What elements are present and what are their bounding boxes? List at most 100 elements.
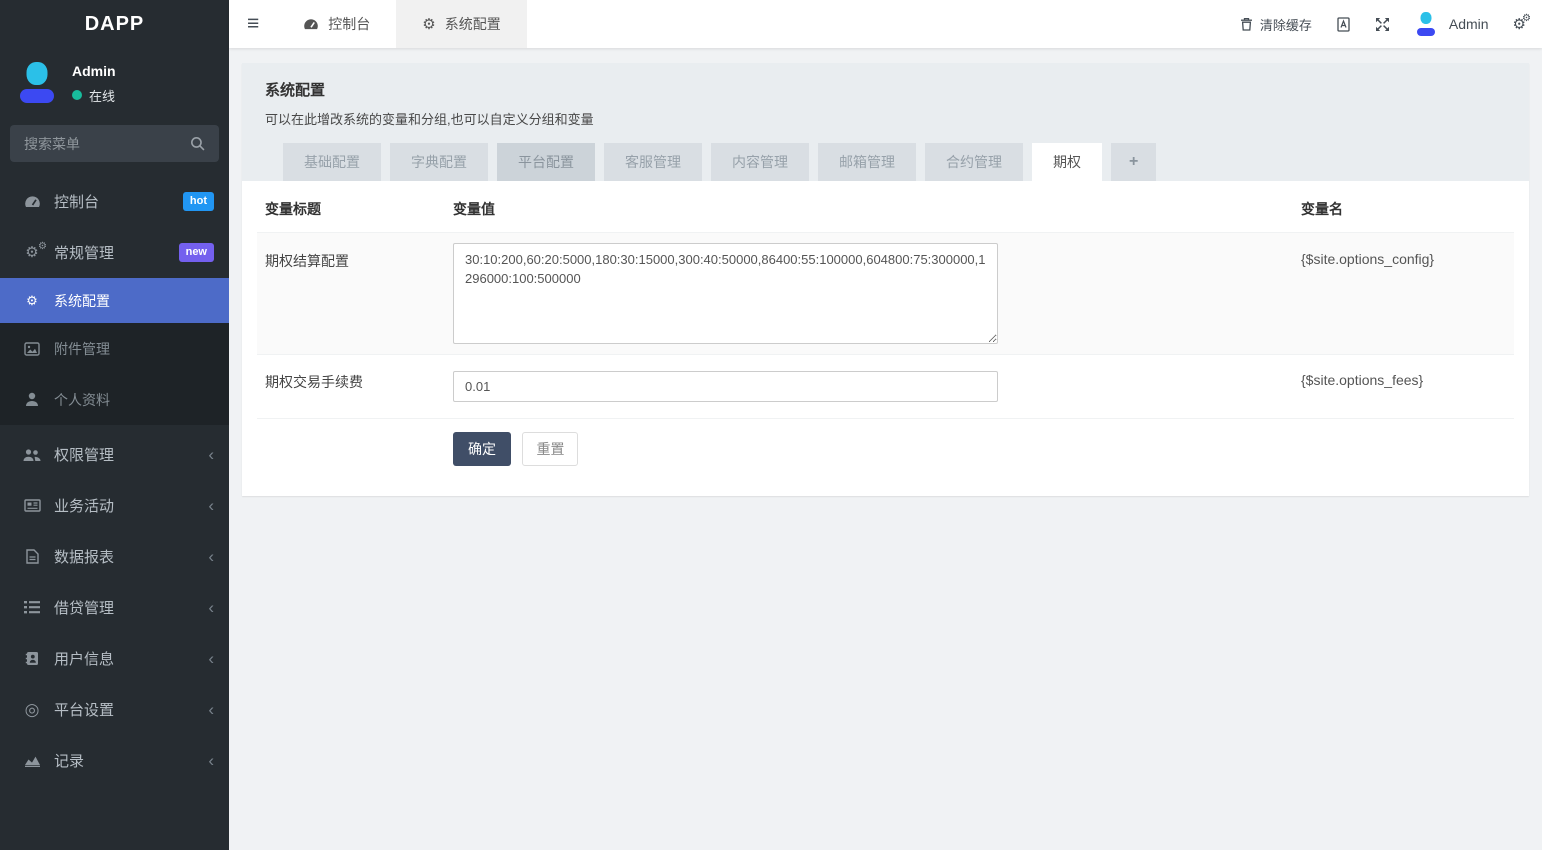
menu-toggle-icon[interactable]: ≡ [229,12,277,36]
settings-button[interactable]: ⚙⚙ [1513,17,1526,32]
options-config-textarea[interactable]: 30:10:200,60:20:5000,180:30:15000,300:40… [453,243,998,344]
sidebar-item-platform[interactable]: ◎ 平台设置 ‹ [0,684,229,735]
fullscreen-button[interactable] [1375,17,1390,32]
fullscreen-icon [1375,17,1390,32]
sidebar-menu: 控制台 hot ⚙⚙ 常规管理 new ⚙ 系统配置 附件管理 [0,176,229,850]
app-logo: DAPP [0,0,229,48]
chevron-left-icon: ‹ [208,701,214,718]
tachometer-icon [22,194,42,209]
tab-email[interactable]: 邮箱管理 [818,143,916,181]
sidebar-item-label: 借贷管理 [54,597,114,618]
menu-search [10,125,219,162]
sidebar-submenu: ⚙ 系统配置 附件管理 个人资料 [0,278,229,425]
chevron-left-icon: ‹ [208,599,214,616]
variable-title: 期权交易手续费 [257,354,445,418]
content-area: 系统配置 可以在此增改系统的变量和分组,也可以自定义分组和变量 基础配置 字典配… [229,48,1542,850]
clear-cache-button[interactable]: 清除缓存 [1240,15,1312,34]
sidebar-item-label: 数据报表 [54,546,114,567]
user-name: Admin [72,63,116,79]
trash-icon [1240,17,1253,31]
chart-area-icon [22,754,42,767]
sidebar-item-permissions[interactable]: 权限管理 ‹ [0,429,229,480]
sidebar-item-reports[interactable]: 数据报表 ‹ [0,531,229,582]
tab-contract[interactable]: 合约管理 [925,143,1023,181]
topbar-tab-label: 控制台 [328,14,370,34]
sidebar-item-profile[interactable]: 个人资料 [0,374,229,425]
sidebar-item-attachments[interactable]: 附件管理 [0,323,229,374]
sidebar-item-records[interactable]: 记录 ‹ [0,735,229,786]
bullseye-icon: ◎ [22,700,42,720]
avatar [14,61,59,106]
sidebar-item-dashboard[interactable]: 控制台 hot [0,176,229,227]
avatar-head [26,62,47,85]
topbar-user-name: Admin [1449,16,1489,32]
online-dot-icon [72,90,82,100]
topbar: ≡ 控制台 ⚙ 系统配置 清除缓存 [229,0,1542,48]
tab-dictionary[interactable]: 字典配置 [390,143,488,181]
tab-service[interactable]: 客服管理 [604,143,702,181]
chevron-left-icon: ‹ [208,548,214,565]
page-subtitle: 可以在此增改系统的变量和分组,也可以自定义分组和变量 [265,109,1506,128]
sidebar-item-label: 记录 [54,750,84,771]
config-form: 变量标题 变量值 变量名 期权结算配置 30:10:200,60:20:5000… [242,181,1529,496]
sidebar-item-label: 个人资料 [54,390,110,410]
sidebar-item-general[interactable]: ⚙⚙ 常规管理 new [0,227,229,278]
tab-basic[interactable]: 基础配置 [283,143,381,181]
gear-icon: ⚙ [422,15,435,33]
cogs-icon: ⚙⚙ [1513,17,1526,32]
tachometer-icon [303,17,319,31]
variable-name: {$site.options_config} [1293,232,1514,354]
address-book-icon [22,651,42,666]
sidebar-item-label: 业务活动 [54,495,114,516]
list-icon [22,601,42,614]
variable-title: 期权结算配置 [257,232,445,354]
sidebar-item-users-info[interactable]: 用户信息 ‹ [0,633,229,684]
sidebar-item-label: 平台设置 [54,699,114,720]
column-header: 变量值 [445,187,1293,232]
reset-button[interactable]: 重置 [522,432,578,466]
sidebar-item-label: 用户信息 [54,648,114,669]
tab-content[interactable]: 内容管理 [711,143,809,181]
sidebar-item-label: 常规管理 [54,242,114,263]
tab-platform[interactable]: 平台配置 [497,143,595,181]
sidebar-item-label: 系统配置 [54,291,110,311]
language-button[interactable] [1336,17,1351,32]
plus-icon: + [1129,153,1138,171]
page-title: 系统配置 [265,79,1506,100]
clear-cache-label: 清除缓存 [1260,15,1312,34]
sidebar-item-label: 权限管理 [54,444,114,465]
tab-options[interactable]: 期权 [1032,143,1102,181]
avatar-body [1417,28,1435,36]
gear-icon: ⚙ [22,293,42,309]
variable-name: {$site.options_fees} [1293,354,1514,418]
add-tab-button[interactable]: + [1111,143,1156,181]
avatar-body [20,89,54,103]
topbar-tab-system-config[interactable]: ⚙ 系统配置 [396,0,526,48]
search-input[interactable] [24,136,182,152]
submit-button[interactable]: 确定 [453,432,511,466]
sidebar: DAPP Admin 在线 控制台 hot ⚙ [0,0,229,850]
sidebar-item-label: 控制台 [54,191,99,212]
chevron-left-icon: ‹ [208,752,214,769]
users-icon [22,448,42,462]
topbar-user-menu[interactable]: Admin [1414,12,1489,36]
user-icon [22,392,42,407]
topbar-tab-label: 系统配置 [445,14,501,34]
column-header: 变量标题 [257,187,445,232]
sidebar-item-business[interactable]: 业务活动 ‹ [0,480,229,531]
avatar-head [1420,12,1431,24]
new-badge: new [179,243,214,261]
topbar-tab-dashboard[interactable]: 控制台 [277,0,396,48]
language-icon [1336,17,1351,32]
cogs-icon: ⚙⚙ [22,245,42,260]
sidebar-item-system-config[interactable]: ⚙ 系统配置 [0,278,229,323]
config-tabs: 基础配置 字典配置 平台配置 客服管理 内容管理 邮箱管理 合约管理 期权 + [265,143,1506,181]
newspaper-icon [22,499,42,512]
search-icon [190,136,205,151]
config-panel: 系统配置 可以在此增改系统的变量和分组,也可以自定义分组和变量 基础配置 字典配… [242,63,1529,496]
options-fees-input[interactable] [453,371,998,402]
file-icon [22,549,42,564]
avatar [1414,12,1438,36]
sidebar-item-lending[interactable]: 借贷管理 ‹ [0,582,229,633]
sidebar-item-label: 附件管理 [54,339,110,359]
